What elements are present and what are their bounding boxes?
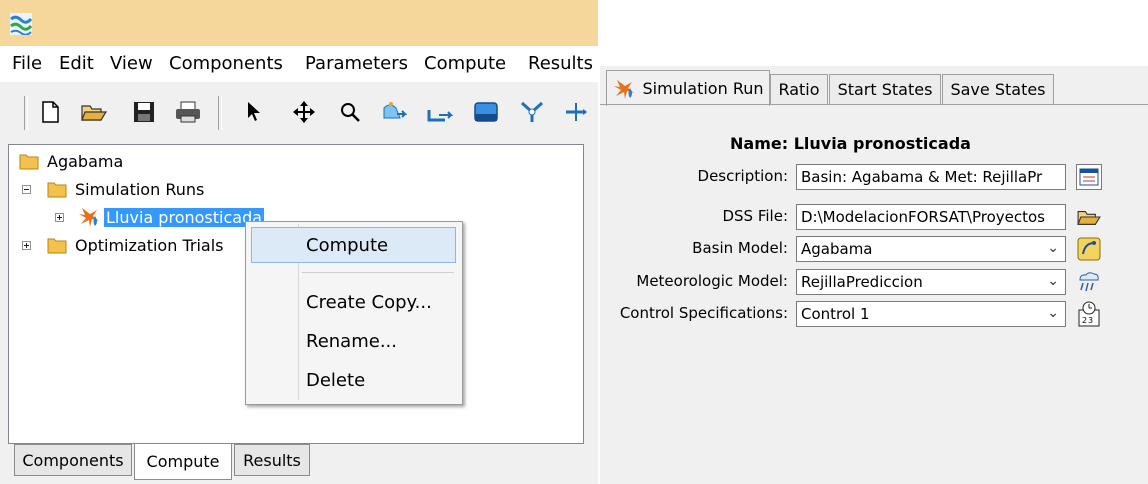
open-folder-icon[interactable]: [80, 98, 108, 126]
meteorologic-model-select[interactable]: RejillaPrediccion ⌄: [796, 269, 1066, 295]
tree-item-agabama[interactable]: Agabama: [19, 149, 123, 173]
basin-model-icon[interactable]: [1076, 236, 1102, 262]
svg-text:2: 2: [1082, 316, 1087, 325]
meteorologic-model-value: RejillaPrediccion: [801, 273, 923, 291]
basin-model-label: Basin Model:: [692, 239, 788, 257]
dss-file-field[interactable]: D:\ModelacionFORSAT\Proyectos: [796, 204, 1066, 230]
tab-divider: [600, 104, 1148, 105]
menu-item-delete[interactable]: Delete: [246, 363, 462, 397]
menu-item-rename[interactable]: Rename...: [246, 324, 462, 358]
run-name-heading: Name: Lluvia pronosticada: [730, 134, 971, 153]
chevron-down-icon[interactable]: ⌄: [1047, 240, 1059, 256]
folder-icon: [47, 236, 67, 254]
control-specifications-value: Control 1: [801, 305, 870, 323]
add-reservoir-icon[interactable]: [472, 98, 500, 126]
app-icon: [10, 13, 33, 36]
description-label: Description:: [697, 167, 788, 185]
control-specifications-label: Control Specifications:: [619, 304, 788, 322]
menu-edit[interactable]: Edit: [59, 53, 94, 74]
meteorologic-model-label: Meteorologic Model:: [636, 272, 788, 290]
meteorologic-model-icon[interactable]: [1076, 269, 1102, 295]
tree-item-lluvia-pronosticada[interactable]: Lluvia pronosticada: [55, 205, 265, 229]
open-folder-icon[interactable]: [1076, 204, 1102, 230]
tab-results[interactable]: Results: [234, 444, 310, 476]
folder-icon: [47, 180, 67, 198]
add-subbasin-icon[interactable]: [380, 98, 408, 126]
select-arrow-icon[interactable]: [240, 98, 268, 126]
tab-simulation-run[interactable]: Simulation Run: [606, 70, 770, 106]
zoom-icon[interactable]: [336, 98, 364, 126]
tab-ratio[interactable]: Ratio: [770, 74, 828, 104]
control-specifications-icon[interactable]: 23: [1076, 301, 1102, 327]
expand-icon[interactable]: [22, 240, 31, 250]
tree-item-optimization-trials[interactable]: Optimization Trials: [22, 233, 223, 257]
tab-label: Simulation Run: [642, 79, 764, 98]
simulation-run-editor: Simulation Run Ratio Start States Save S…: [600, 66, 1148, 484]
menu-bar: File Edit View Components Parameters Com…: [0, 46, 598, 82]
description-editor-icon[interactable]: [1076, 164, 1102, 190]
simulation-run-icon: [613, 78, 637, 100]
tree-item-simulation-runs[interactable]: Simulation Runs: [22, 177, 204, 201]
folder-icon: [19, 152, 39, 170]
chevron-down-icon[interactable]: ⌄: [1047, 305, 1059, 321]
dss-file-value: D:\ModelacionFORSAT\Proyectos: [801, 208, 1045, 226]
tab-save-states[interactable]: Save States: [942, 74, 1054, 104]
chevron-down-icon[interactable]: ⌄: [1047, 273, 1059, 289]
menu-divider: [302, 272, 454, 273]
description-field[interactable]: Basin: Agabama & Met: RejillaPr: [796, 164, 1066, 190]
description-value: Basin: Agabama & Met: RejillaPr: [801, 168, 1043, 186]
save-icon[interactable]: [130, 98, 158, 126]
menu-compute[interactable]: Compute: [424, 53, 506, 74]
menu-results[interactable]: Results: [528, 53, 593, 74]
tree-label-lluvia-pronosticada: Lluvia pronosticada: [104, 207, 265, 227]
menu-parameters[interactable]: Parameters: [305, 53, 408, 74]
main-window: File Edit View Components Parameters Com…: [0, 0, 598, 484]
expand-icon[interactable]: [55, 212, 64, 222]
tab-start-states[interactable]: Start States: [829, 74, 941, 104]
add-junction-icon[interactable]: [518, 98, 546, 126]
toolbar: [0, 82, 598, 142]
collapse-icon[interactable]: [22, 184, 31, 194]
dss-file-label: DSS File:: [722, 207, 788, 225]
menu-file[interactable]: File: [12, 53, 42, 74]
menu-components[interactable]: Components: [169, 53, 283, 74]
toolbar-separator: [218, 96, 222, 130]
basin-model-value: Agabama: [801, 240, 873, 258]
tree-label-optimization-trials: Optimization Trials: [75, 235, 224, 255]
menu-view[interactable]: View: [110, 53, 153, 74]
print-icon[interactable]: [174, 98, 202, 126]
menu-item-compute[interactable]: Compute: [246, 228, 462, 262]
add-diversion-icon[interactable]: [562, 98, 590, 126]
simulation-run-icon: [78, 206, 102, 228]
pan-move-icon[interactable]: [290, 98, 318, 126]
svg-text:3: 3: [1088, 316, 1093, 325]
tree-label-agabama: Agabama: [47, 151, 124, 171]
new-file-icon[interactable]: [36, 98, 64, 126]
tree-label-simulation-runs: Simulation Runs: [75, 179, 205, 199]
tab-components[interactable]: Components: [14, 444, 132, 476]
control-specifications-select[interactable]: Control 1 ⌄: [796, 301, 1066, 327]
tab-compute[interactable]: Compute: [134, 444, 232, 480]
menu-item-create-copy[interactable]: Create Copy...: [246, 285, 462, 319]
name-value: Lluvia pronosticada: [793, 134, 971, 153]
add-reach-icon[interactable]: [426, 98, 454, 126]
toolbar-grip: [24, 96, 28, 130]
basin-model-select[interactable]: Agabama ⌄: [796, 236, 1066, 262]
name-label: Name:: [730, 134, 789, 153]
context-menu: Compute Create Copy... Rename... Delete: [245, 221, 463, 405]
title-bar: [0, 0, 598, 46]
